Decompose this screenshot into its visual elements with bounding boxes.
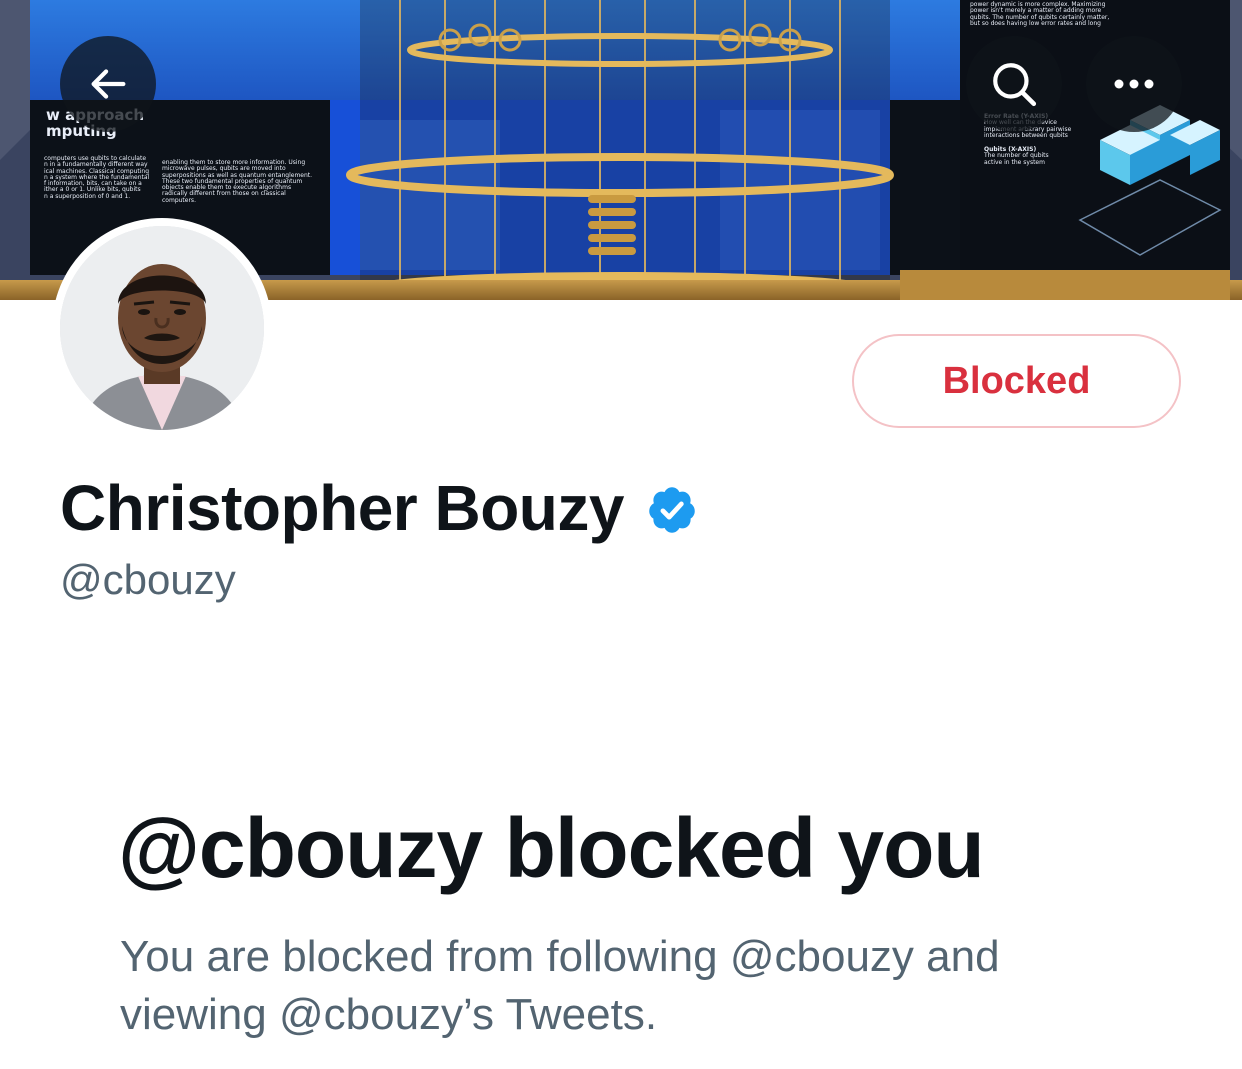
- banner-mid-body: enabling them to store more information.…: [162, 159, 312, 204]
- avatar-image: [60, 226, 264, 430]
- profile-name-row: Christopher Bouzy: [60, 470, 698, 546]
- search-icon: [993, 63, 1037, 107]
- profile-photo-icon: [60, 226, 264, 430]
- profile-handle: @cbouzy: [60, 556, 236, 603]
- arrow-left-icon: [91, 69, 126, 99]
- avatar[interactable]: [52, 218, 272, 438]
- display-name: Christopher Bouzy: [60, 472, 624, 544]
- blocked-message-description: You are blocked from following @cbouzy a…: [120, 932, 1000, 1039]
- blocked-message-title: @cbouzy blocked you: [118, 801, 985, 895]
- search-button[interactable]: [966, 36, 1062, 132]
- banner-text-line: n a superposition of 0 and 1.: [44, 192, 131, 200]
- banner-text-line: interactions between qubits: [984, 131, 1068, 139]
- verified-badge-icon[interactable]: [646, 484, 698, 536]
- banner-text-line: active in the system: [984, 158, 1045, 166]
- blocked-button[interactable]: Blocked: [852, 334, 1181, 428]
- blocked-button-label: Blocked: [942, 359, 1091, 402]
- banner-right-top: power dynamic is more complex. Maximizin…: [970, 1, 1109, 27]
- banner-text-line: computers.: [162, 196, 196, 204]
- back-button[interactable]: [60, 36, 156, 132]
- more-horizontal-icon: [1114, 79, 1154, 89]
- banner-text-line: but so does having low error rates and l…: [970, 19, 1101, 27]
- more-button[interactable]: [1086, 36, 1182, 132]
- banner-left-body: computers use qubits to calculate n in a…: [44, 155, 149, 200]
